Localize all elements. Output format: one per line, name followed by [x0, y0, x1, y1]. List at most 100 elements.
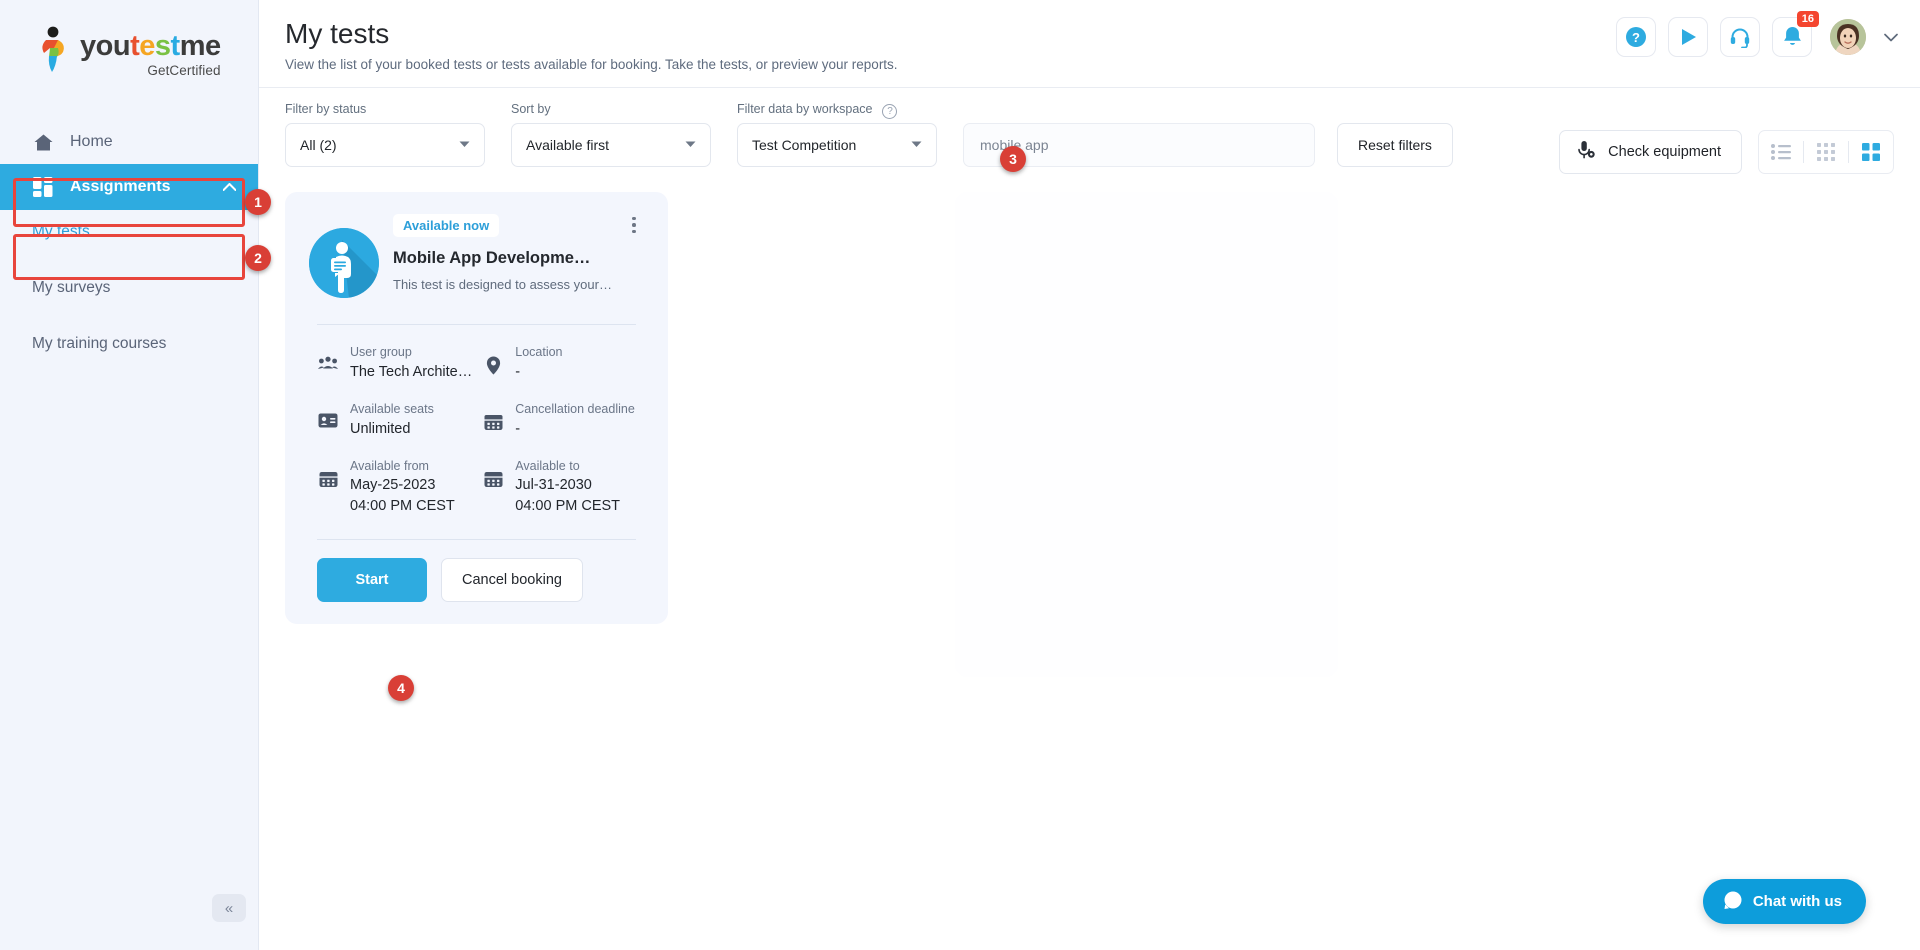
- annotation-badge-1: 1: [245, 189, 271, 215]
- calendar-icon: [482, 413, 504, 431]
- meta-user-group: User group The Tech Archite…: [317, 343, 472, 383]
- question-mark-icon[interactable]: ?: [882, 104, 897, 119]
- meta-available-seats-value: Unlimited: [350, 419, 434, 440]
- meta-user-group-text: User group The Tech Archite…: [350, 343, 472, 383]
- meta-available-seats-label: Available seats: [350, 400, 434, 419]
- logo-part-e: e: [139, 30, 155, 62]
- filter-status-label: Filter by status: [285, 102, 485, 116]
- annotation-badge-4-label: 4: [397, 680, 405, 696]
- meta-available-from: Available from May-25-2023 04:00 PM CEST: [317, 457, 472, 518]
- filter-workspace-field: Filter data by workspace ? Test Competit…: [737, 102, 937, 167]
- annotation-badge-2: 2: [245, 245, 271, 271]
- sidebar-collapse-button[interactable]: «: [212, 894, 246, 922]
- check-equipment-button[interactable]: Check equipment: [1559, 130, 1742, 174]
- start-button[interactable]: Start: [317, 558, 427, 602]
- chevron-down-icon: [911, 140, 922, 151]
- chevron-down-icon: [459, 140, 470, 151]
- reset-spacer-label: [1337, 102, 1453, 116]
- meta-user-group-label: User group: [350, 343, 472, 362]
- filter-toolbar: Filter by status All (2) Sort by Availab…: [259, 88, 1920, 174]
- grid-small-view-icon[interactable]: [1804, 131, 1848, 173]
- location-pin-icon: [482, 356, 504, 375]
- search-spacer-label: [963, 102, 1315, 116]
- meta-available-seats-text: Available seats Unlimited: [350, 400, 434, 440]
- logo-part-s: s: [155, 30, 171, 62]
- annotation-badge-1-label: 1: [254, 194, 262, 210]
- meta-available-from-value: May-25-2023: [350, 475, 455, 496]
- meta-location-text: Location -: [515, 343, 562, 383]
- chevron-down-icon[interactable]: [1884, 30, 1898, 45]
- test-title: Mobile App Development Pr…: [393, 249, 593, 268]
- meta-available-seats: Available seats Unlimited: [317, 400, 472, 440]
- page-header: My tests View the list of your booked te…: [259, 0, 1920, 88]
- help-button[interactable]: ?: [1616, 17, 1656, 57]
- users-group-icon: [317, 356, 339, 371]
- meta-available-to-value: Jul-31-2030: [515, 475, 620, 496]
- header-actions: ? 1: [1616, 17, 1898, 57]
- calendar-icon: [482, 470, 504, 488]
- sidebar-item-my-surveys[interactable]: My surveys: [0, 266, 258, 310]
- test-meta-grid: User group The Tech Archite… Location -: [309, 343, 644, 517]
- sidebar: youtestme GetCertified Home: [0, 0, 259, 950]
- test-card[interactable]: Available now Mobile App Development Pr……: [285, 192, 668, 624]
- test-card-actions: Start Cancel booking: [309, 558, 644, 602]
- test-card-header-text: Available now Mobile App Development Pr……: [393, 212, 644, 298]
- annotation-badge-3: 3: [1000, 146, 1026, 172]
- tests-grid: Available now Mobile App Development Pr……: [259, 174, 1920, 642]
- sidebar-item-my-training-courses[interactable]: My training courses: [0, 322, 258, 366]
- sidebar-item-home-label: Home: [70, 133, 113, 151]
- meta-available-to: Available to Jul-31-2030 04:00 PM CEST: [482, 457, 636, 518]
- annotation-badge-3-label: 3: [1009, 151, 1017, 167]
- logo-wordmark: youtestme: [80, 32, 221, 61]
- chevron-double-left-icon: «: [225, 900, 233, 917]
- chat-bubble-icon: [1723, 890, 1743, 914]
- chevron-down-icon: [685, 140, 696, 151]
- sidebar-item-my-training-label: My training courses: [32, 335, 166, 353]
- meta-available-to-text: Available to Jul-31-2030 04:00 PM CEST: [515, 457, 620, 518]
- seats-icon: [317, 413, 339, 428]
- app-root: youtestme GetCertified Home: [0, 0, 1920, 950]
- logo-part-t: t: [130, 30, 139, 62]
- meta-available-to-label: Available to: [515, 457, 620, 476]
- filter-status-select[interactable]: All (2): [285, 123, 485, 167]
- brand-logo[interactable]: youtestme GetCertified: [0, 0, 258, 96]
- grid-large-view-icon[interactable]: [1849, 131, 1893, 173]
- play-tutorial-button[interactable]: [1668, 17, 1708, 57]
- support-headset-button[interactable]: [1720, 17, 1760, 57]
- card-divider-bottom: [317, 539, 636, 540]
- meta-location: Location -: [482, 343, 636, 383]
- chevron-up-icon[interactable]: [223, 178, 236, 196]
- meta-location-label: Location: [515, 343, 562, 362]
- filter-workspace-select[interactable]: Test Competition: [737, 123, 937, 167]
- meta-available-to-time: 04:00 PM CEST: [515, 496, 620, 517]
- cancel-booking-button[interactable]: Cancel booking: [441, 558, 583, 602]
- filter-sort-value: Available first: [526, 137, 609, 153]
- filter-status-field: Filter by status All (2): [285, 102, 485, 167]
- logo-tagline: GetCertified: [80, 63, 221, 78]
- chat-with-us-button[interactable]: Chat with us: [1703, 879, 1866, 924]
- logo-mark-icon: [36, 26, 72, 72]
- more-vertical-icon[interactable]: [624, 212, 644, 238]
- sidebar-item-my-surveys-label: My surveys: [32, 279, 110, 297]
- card-divider-top: [317, 324, 636, 325]
- filter-workspace-label: Filter data by workspace: [737, 102, 872, 116]
- sidebar-item-home[interactable]: Home: [0, 120, 258, 164]
- meta-cancellation-deadline-text: Cancellation deadline -: [515, 400, 635, 440]
- logo-part-t2: t: [171, 30, 180, 62]
- reset-filters-button[interactable]: Reset filters: [1337, 123, 1453, 167]
- sidebar-item-my-tests[interactable]: My tests: [0, 210, 258, 254]
- meta-cancellation-deadline: Cancellation deadline -: [482, 400, 636, 440]
- sidebar-nav: Home Assignments My tests: [0, 120, 258, 366]
- svg-text:?: ?: [1632, 30, 1640, 45]
- test-card-header: Available now Mobile App Development Pr……: [309, 212, 644, 298]
- notification-count-badge: 16: [1797, 11, 1819, 27]
- filter-status-value: All (2): [300, 137, 337, 153]
- calendar-icon: [317, 470, 339, 488]
- list-view-icon[interactable]: [1759, 131, 1803, 173]
- filter-sort-select[interactable]: Available first: [511, 123, 711, 167]
- check-equipment-label: Check equipment: [1608, 144, 1721, 160]
- sidebar-item-assignments[interactable]: Assignments: [0, 164, 258, 210]
- meta-user-group-value: The Tech Archite…: [350, 362, 472, 383]
- avatar[interactable]: [1830, 19, 1866, 55]
- notifications-button[interactable]: 16: [1772, 17, 1812, 57]
